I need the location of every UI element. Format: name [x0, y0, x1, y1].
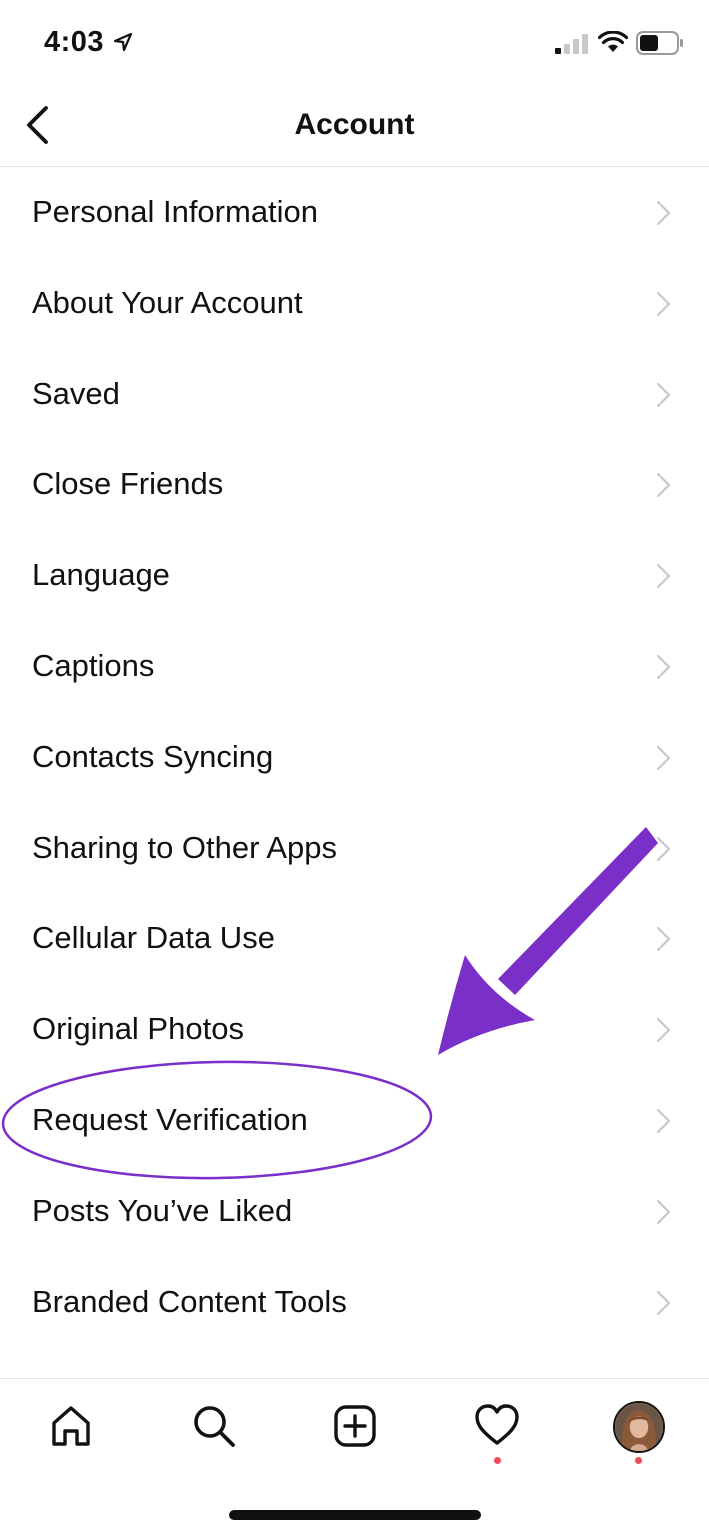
menu-item-label: Language: [32, 557, 170, 593]
menu-item-label: Saved: [32, 375, 120, 411]
menu-item-label: Posts You’ve Liked: [32, 1192, 293, 1228]
tab-profile-avatar[interactable]: [613, 1401, 665, 1453]
menu-item-label: Personal Information: [32, 194, 319, 229]
menu-item-saved[interactable]: Saved: [0, 349, 709, 440]
menu-item-about-your-account[interactable]: About Your Account: [0, 258, 709, 349]
profile-avatar-image: [615, 1403, 663, 1451]
cellular-signal-icon: [555, 34, 588, 54]
home-indicator: [229, 1510, 481, 1520]
menu-item-label: Contacts Syncing: [32, 738, 274, 774]
menu-item-label: About Your Account: [32, 284, 303, 320]
page-title: Account: [294, 108, 415, 141]
tab-home[interactable]: [46, 1401, 96, 1451]
menu-item-label: Branded Content Tools: [32, 1283, 347, 1319]
chevron-right-icon: [656, 1108, 671, 1134]
status-time: 4:03: [44, 26, 105, 58]
status-bar: 4:03: [0, 0, 709, 88]
menu-item-label: Captions: [32, 647, 155, 683]
menu-item-label: Request Verification: [32, 1101, 308, 1137]
chevron-right-icon: [656, 836, 671, 861]
menu-item-request-verification[interactable]: Request Verification: [0, 1075, 709, 1166]
menu-item-language[interactable]: Language: [0, 530, 709, 621]
menu-item-original-photos[interactable]: Original Photos: [0, 984, 709, 1075]
menu-item-posts-youve-liked[interactable]: Posts You’ve Liked: [0, 1166, 709, 1257]
activity-notification-dot: [494, 1457, 501, 1464]
menu-item-label: Sharing to Other Apps: [32, 829, 338, 865]
chevron-right-icon: [656, 473, 671, 498]
navigation-bar: Account: [0, 88, 709, 167]
menu-item-label: Close Friends: [32, 466, 224, 502]
battery-icon: [636, 31, 683, 55]
menu-item-personal-information[interactable]: Personal Information: [0, 167, 709, 258]
home-icon: [52, 1406, 90, 1446]
profile-notification-dot: [635, 1457, 642, 1464]
chevron-right-icon: [656, 927, 671, 952]
tab-new-post[interactable]: [330, 1401, 380, 1451]
chevron-right-icon: [656, 745, 671, 770]
search-icon: [194, 1406, 235, 1447]
chevron-right-icon: [656, 1290, 671, 1315]
chevron-right-icon: [656, 382, 671, 407]
chevron-right-icon: [656, 1018, 671, 1043]
chevron-right-icon: [656, 200, 671, 226]
heart-icon: [475, 1404, 519, 1445]
chevron-right-icon: [656, 1199, 671, 1224]
menu-item-close-friends[interactable]: Close Friends: [0, 439, 709, 530]
chevron-right-icon: [656, 291, 671, 316]
menu-item-contacts-syncing[interactable]: Contacts Syncing: [0, 712, 709, 803]
settings-menu-list: Personal Information About Your Account …: [0, 167, 709, 1347]
chevron-right-icon: [656, 564, 671, 589]
new-post-icon: [334, 1405, 376, 1447]
menu-item-sharing-to-other-apps[interactable]: Sharing to Other Apps: [0, 803, 709, 894]
tab-activity[interactable]: [472, 1401, 522, 1451]
menu-item-cellular-data-use[interactable]: Cellular Data Use: [0, 893, 709, 984]
menu-item-label: Cellular Data Use: [32, 920, 275, 956]
location-arrow-icon: [113, 32, 133, 52]
wifi-icon: [598, 31, 628, 52]
menu-item-label: Original Photos: [32, 1011, 244, 1047]
menu-item-branded-content-tools[interactable]: Branded Content Tools: [0, 1257, 709, 1348]
menu-item-captions[interactable]: Captions: [0, 621, 709, 712]
tab-search[interactable]: [189, 1401, 239, 1451]
chevron-right-icon: [656, 654, 671, 680]
